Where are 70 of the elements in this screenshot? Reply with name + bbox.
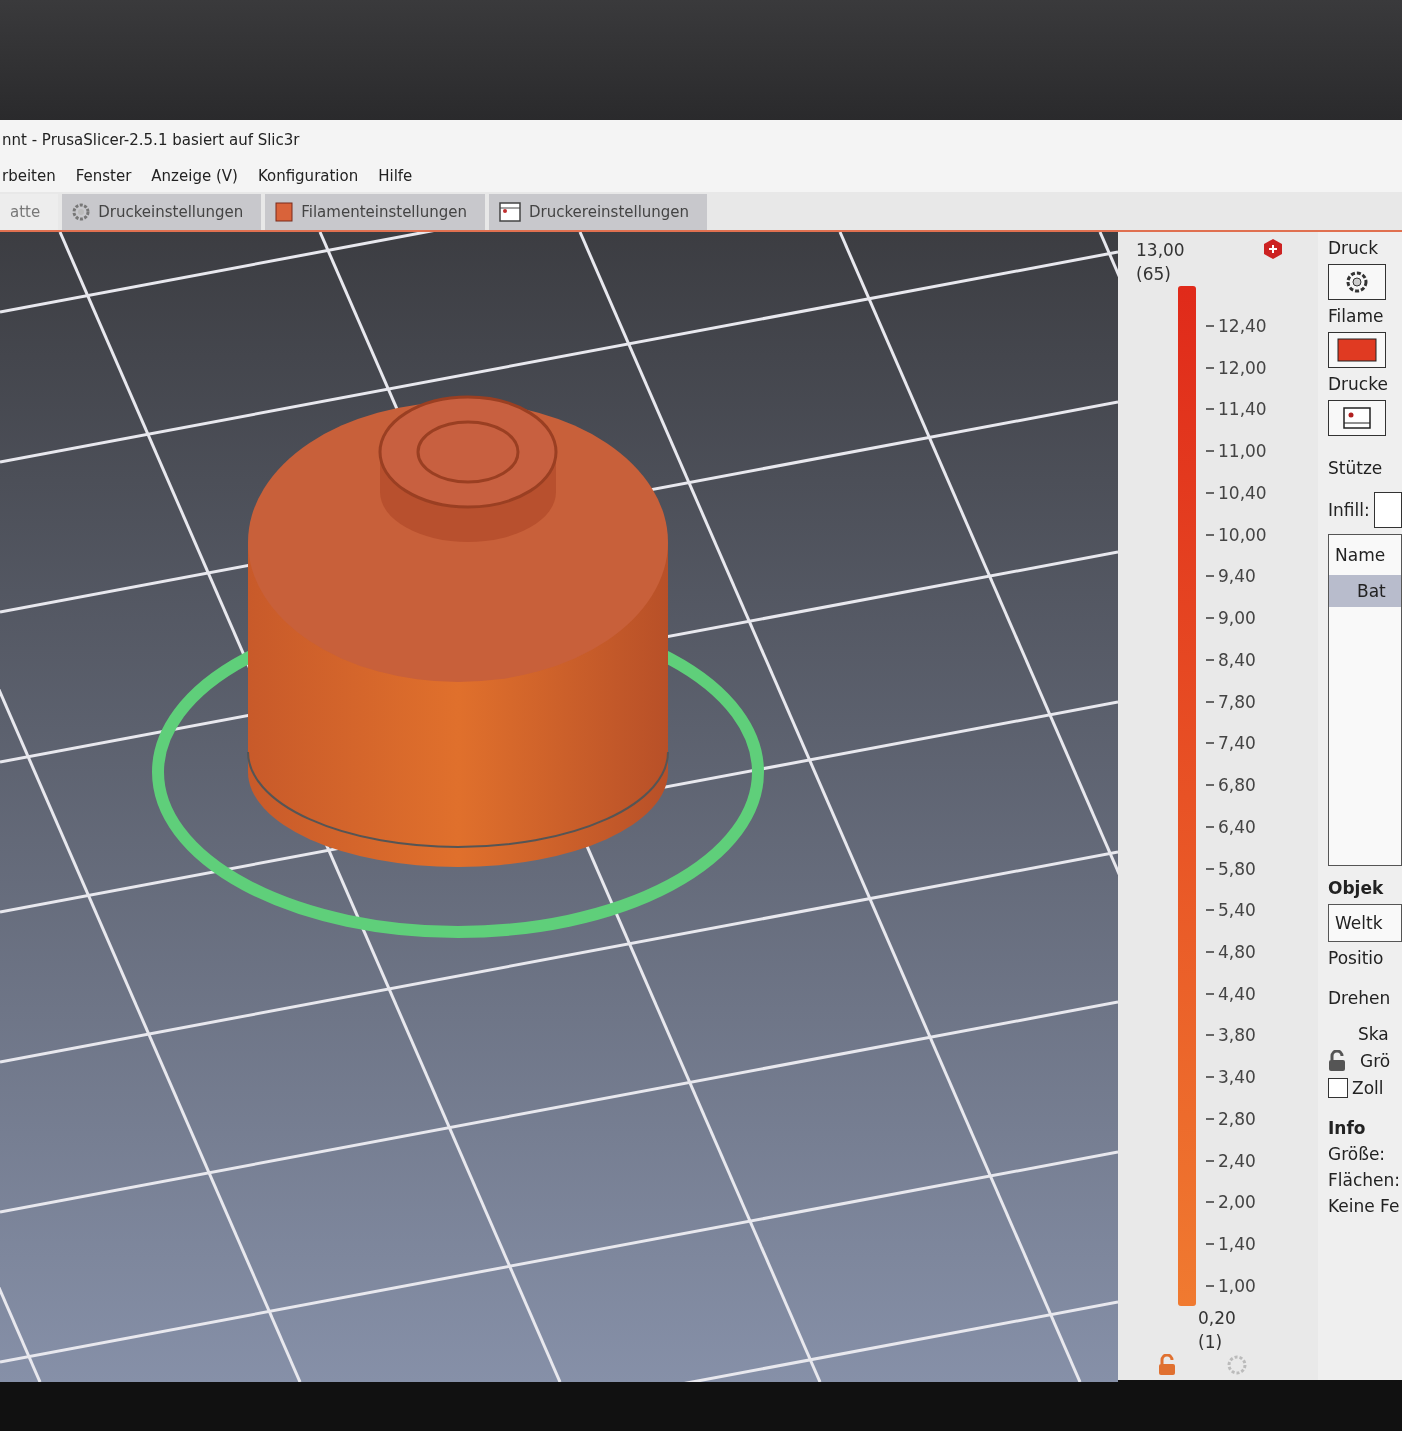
tab[interactable]: Druckereinstellungen <box>489 194 708 230</box>
layer-height-label: 2,80 <box>1218 1108 1256 1129</box>
errors-text: Keine Fe <box>1328 1196 1401 1216</box>
layer-height-label: 3,40 <box>1218 1067 1256 1088</box>
layer-height-label: 1,40 <box>1218 1234 1256 1255</box>
size-label: Grö <box>1360 1051 1391 1071</box>
section-title: Objek <box>1328 878 1385 898</box>
inches-checkbox[interactable] <box>1328 1078 1348 1098</box>
layer-height-label: 2,40 <box>1218 1150 1256 1171</box>
printer-icon <box>499 202 521 222</box>
layer-height-label: 12,00 <box>1218 357 1267 378</box>
supports-label: Stütze <box>1328 458 1384 478</box>
printer-icon <box>1343 407 1371 429</box>
coordinates-dropdown[interactable]: Weltk <box>1328 904 1402 942</box>
layer-height-label: 11,40 <box>1218 399 1267 420</box>
window-title: nnt - PrusaSlicer-2.5.1 basiert auf Slic3r <box>2 131 300 149</box>
facets-label: Flächen: <box>1328 1170 1401 1190</box>
column-header: Name <box>1334 544 1387 567</box>
tab[interactable]: Druckeinstellungen <box>62 194 262 230</box>
preset-button[interactable] <box>1328 332 1386 368</box>
layer-height-label: 6,80 <box>1218 775 1256 796</box>
preset-label: Druck <box>1328 238 1380 258</box>
layer-height-label: 3,80 <box>1218 1025 1256 1046</box>
layer-height-label: 5,80 <box>1218 858 1256 879</box>
menu-item[interactable]: Hilfe <box>378 167 413 185</box>
checkbox-label: Zoll <box>1352 1078 1384 1098</box>
top-layer-height: 13,00 <box>1136 239 1185 262</box>
lock-icon[interactable] <box>1158 1354 1176 1376</box>
menu-item[interactable]: Fenster <box>75 167 132 185</box>
tab[interactable]: Filamenteinstellungen <box>265 194 485 230</box>
layer-height-label: 1,00 <box>1218 1275 1256 1296</box>
layer-height-label: 12,40 <box>1218 316 1267 336</box>
color-swatch-icon <box>1337 338 1377 362</box>
info-title: Info <box>1328 1118 1367 1138</box>
layer-height-label: 5,40 <box>1218 900 1256 921</box>
layer-height-label: 7,80 <box>1218 691 1256 712</box>
layer-height-label: 2,00 <box>1218 1192 1256 1213</box>
bottom-layer-height: 0,20 <box>1198 1307 1236 1330</box>
infill-field[interactable] <box>1373 492 1402 528</box>
menu-item[interactable]: rbeiten <box>2 167 56 185</box>
infill-label: Infill: <box>1328 500 1370 520</box>
gear-icon <box>72 203 91 221</box>
object-row[interactable]: Bat <box>1329 575 1401 607</box>
preset-button[interactable] <box>1328 264 1386 300</box>
layer-height-label: 4,40 <box>1218 983 1256 1004</box>
layer-height-label: 8,40 <box>1218 649 1256 670</box>
layer-height-label: 11,00 <box>1218 441 1267 462</box>
tab[interactable]: atte <box>0 194 59 230</box>
lock-icon[interactable] <box>1328 1050 1346 1072</box>
bottom-layer-number: (1) <box>1198 1331 1224 1354</box>
layer-height-label: 9,40 <box>1218 566 1256 587</box>
preset-label: Filame <box>1328 306 1385 326</box>
size-info-label: Größe: <box>1328 1144 1387 1164</box>
add-marker-icon[interactable] <box>1262 238 1283 260</box>
menu-item[interactable]: Konfiguration <box>257 167 359 185</box>
scale-label: Ska <box>1358 1024 1390 1044</box>
spool-icon <box>275 202 294 222</box>
preset-button[interactable] <box>1328 400 1386 436</box>
layer-height-label: 7,40 <box>1218 733 1256 754</box>
layer-height-label: 4,80 <box>1218 942 1256 962</box>
layer-height-label: 6,40 <box>1218 816 1256 837</box>
layer-height-label: 9,00 <box>1218 608 1256 629</box>
layer-height-label: 10,00 <box>1218 524 1267 545</box>
menu-item[interactable]: Anzeige (V) <box>151 167 238 185</box>
layer-height-label: 10,40 <box>1218 482 1267 503</box>
gear-icon <box>1345 270 1369 294</box>
rotate-label: Drehen <box>1328 988 1392 1008</box>
position-label: Positio <box>1328 948 1385 968</box>
top-layer-number: (65) <box>1136 263 1172 286</box>
preset-label: Drucke <box>1328 374 1389 394</box>
